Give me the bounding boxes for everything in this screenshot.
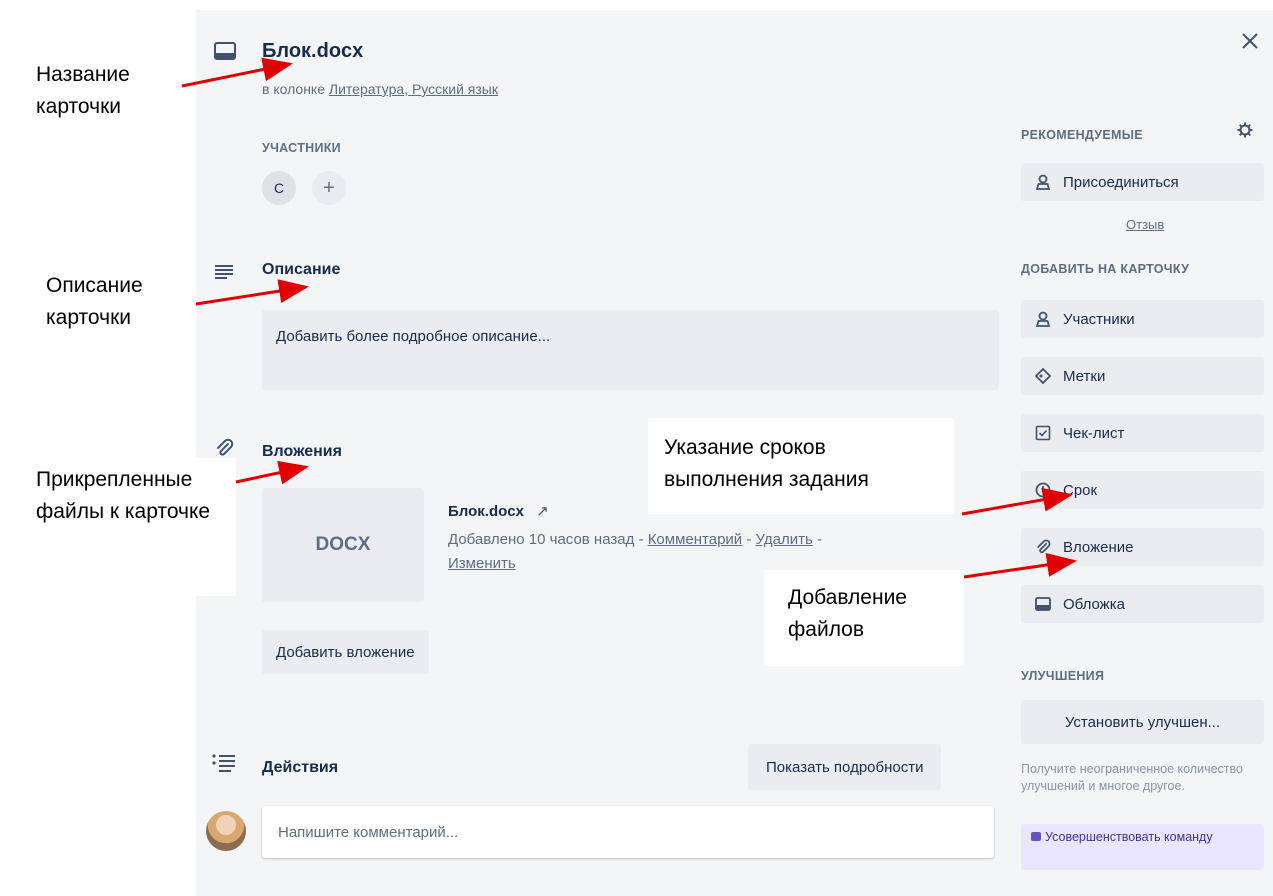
sidebar-item-due-date[interactable]: Срок <box>1021 471 1264 509</box>
annotation-due-dates: Указание сроков выполнения задания <box>648 418 954 514</box>
sidebar-item-label: Метки <box>1063 367 1106 385</box>
join-button[interactable]: Присоединиться <box>1021 163 1264 201</box>
attachment-name[interactable]: Блок.docx <box>448 503 524 520</box>
feedback-link[interactable]: Отзыв <box>1126 217 1164 232</box>
sidebar-item-label: Чек-лист <box>1063 424 1125 442</box>
sidebar-item-label: Вложение <box>1063 538 1134 556</box>
join-button-label: Присоединиться <box>1063 173 1179 191</box>
sidebar-item-attachment[interactable]: Вложение <box>1021 528 1264 566</box>
sidebar-item-cover[interactable]: Обложка <box>1021 585 1264 623</box>
add-member-button[interactable]: + <box>312 171 346 205</box>
sidebar-item-labels[interactable]: Метки <box>1021 357 1264 395</box>
sidebar-item-checklist[interactable]: Чек-лист <box>1021 414 1264 452</box>
sidebar-item-members[interactable]: Участники <box>1021 300 1264 338</box>
attachment-comment-link[interactable]: Комментарий <box>648 531 742 548</box>
description-input[interactable]: Добавить более подробное описание... <box>262 310 999 390</box>
attachment-added-text: Добавлено 10 часов назад - <box>448 531 648 548</box>
comment-input[interactable]: Напишите комментарий... <box>262 806 994 858</box>
upgrade-team-button[interactable]: Усовершенствовать команду <box>1021 824 1264 870</box>
sidebar-item-label: Участники <box>1063 310 1135 328</box>
upgrade-team-label: Усовершенствовать команду <box>1045 830 1213 844</box>
sidebar-item-label: Обложка <box>1063 595 1125 613</box>
attachment-edit-link[interactable]: Изменить <box>448 555 516 572</box>
person-icon <box>1033 174 1053 190</box>
show-details-button[interactable]: Показать подробности <box>748 744 942 790</box>
annotation-add-files: Добавление файлов <box>764 570 964 666</box>
close-icon[interactable] <box>1241 32 1259 50</box>
attachment-name-row: Блок.docx ↗ <box>448 502 549 520</box>
description-heading: Описание <box>262 261 341 278</box>
annotation-card-description: Описание карточки <box>46 270 186 334</box>
paperclip-icon <box>1033 539 1053 555</box>
gear-icon[interactable] <box>1237 122 1253 138</box>
powerups-heading: УЛУЧШЕНИЯ <box>1021 669 1105 683</box>
paperclip-icon <box>214 438 234 458</box>
attachments-heading: Вложения <box>262 443 342 460</box>
activity-heading: Действия <box>262 759 339 776</box>
activity-icon <box>212 754 236 772</box>
attachment-meta: Добавлено 10 часов назад - Комментарий -… <box>448 528 968 576</box>
external-link-icon[interactable]: ↗ <box>536 503 549 520</box>
powerups-note: Получите неограниченное количество улучш… <box>1021 762 1243 793</box>
card-title[interactable]: Блок.docx <box>262 40 363 63</box>
column-link[interactable]: Литература, Русский язык <box>329 81 498 97</box>
attachment-thumbnail[interactable]: DOCX <box>262 488 424 602</box>
description-icon <box>214 264 234 280</box>
briefcase-icon <box>1031 832 1041 841</box>
card-icon <box>214 42 236 60</box>
attachment-delete-link[interactable]: Удалить <box>756 531 813 548</box>
separator: - <box>812 531 822 548</box>
add-to-card-heading: ДОБАВИТЬ НА КАРТОЧКУ <box>1021 262 1190 276</box>
add-attachment-button[interactable]: Добавить вложение <box>262 630 429 674</box>
card-column-info: в колонке Литература, Русский язык <box>262 81 498 97</box>
separator: - <box>742 531 756 548</box>
cover-icon <box>1033 597 1053 611</box>
person-icon <box>1033 311 1053 327</box>
recommended-heading: РЕКОМЕНДУЕМЫЕ <box>1021 128 1143 142</box>
tag-icon <box>1033 368 1053 384</box>
install-powerups-button[interactable]: Установить улучшен... <box>1021 700 1264 744</box>
annotation-attached-files: Прикрепленные файлы к карточке <box>0 458 236 596</box>
annotation-card-name: Название карточки <box>36 59 176 123</box>
sidebar-item-label: Срок <box>1063 481 1098 499</box>
checklist-icon <box>1033 425 1053 441</box>
user-avatar <box>206 811 246 851</box>
clock-icon <box>1033 482 1053 498</box>
member-avatar[interactable]: С <box>262 171 296 205</box>
column-prefix: в колонке <box>262 81 329 97</box>
members-heading: УЧАСТНИКИ <box>262 141 341 155</box>
